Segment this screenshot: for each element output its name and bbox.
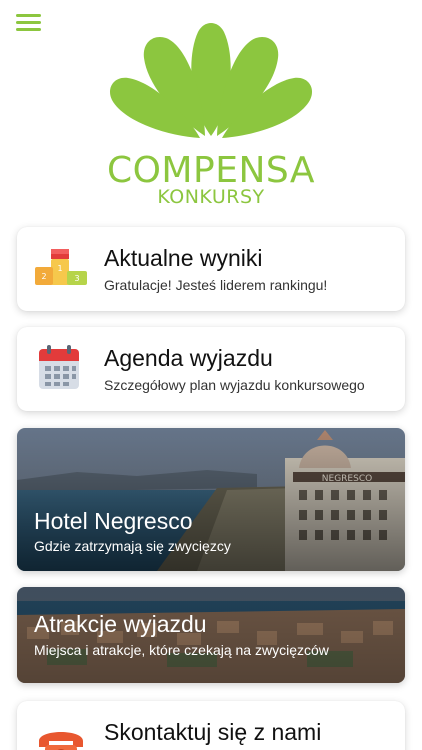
compensa-leaf-icon [109,23,313,138]
calendar-icon [35,345,87,391]
results-card[interactable]: 1 2 3 Aktualne wyniki Gratulacje! Jesteś… [17,227,405,311]
agenda-card[interactable]: Agenda wyjazdu Szczegółowy plan wyjazdu … [17,327,405,411]
brand-name: COMPENSA [106,150,316,191]
card-title: Agenda wyjazdu [104,345,273,371]
svg-text:3: 3 [74,274,79,283]
card-subtitle: Gratulacje! Jesteś liderem rankingu! [104,277,328,293]
card-subtitle: Miejsca i atrakcje, które czekają na zwy… [34,642,329,658]
svg-text:2: 2 [41,272,46,281]
card-subtitle: Gdzie zatrzymają się zwycięzcy [34,538,231,554]
brand-subtitle: KONKURSY [157,186,265,208]
card-title: Atrakcje wyjazdu [34,611,207,637]
svg-text:1: 1 [57,264,62,273]
attractions-card[interactable]: Atrakcje wyjazdu Miejsca i atrakcje, któ… [17,587,405,683]
podium-icon: 1 2 3 [35,245,87,291]
card-subtitle: Szczegółowy plan wyjazdu konkursowego [104,377,365,393]
phone-icon [35,719,87,750]
hotel-card[interactable]: NEGRESCO Hotel Negresco Gdzie zatrzymają… [17,428,405,571]
card-title: Skontaktuj się z nami [104,719,322,745]
brand-logo: COMPENSA KONKURSY [0,14,422,208]
card-title: Hotel Negresco [34,508,193,534]
contact-card[interactable]: Skontaktuj się z nami [17,701,405,750]
card-title: Aktualne wyniki [104,245,263,271]
